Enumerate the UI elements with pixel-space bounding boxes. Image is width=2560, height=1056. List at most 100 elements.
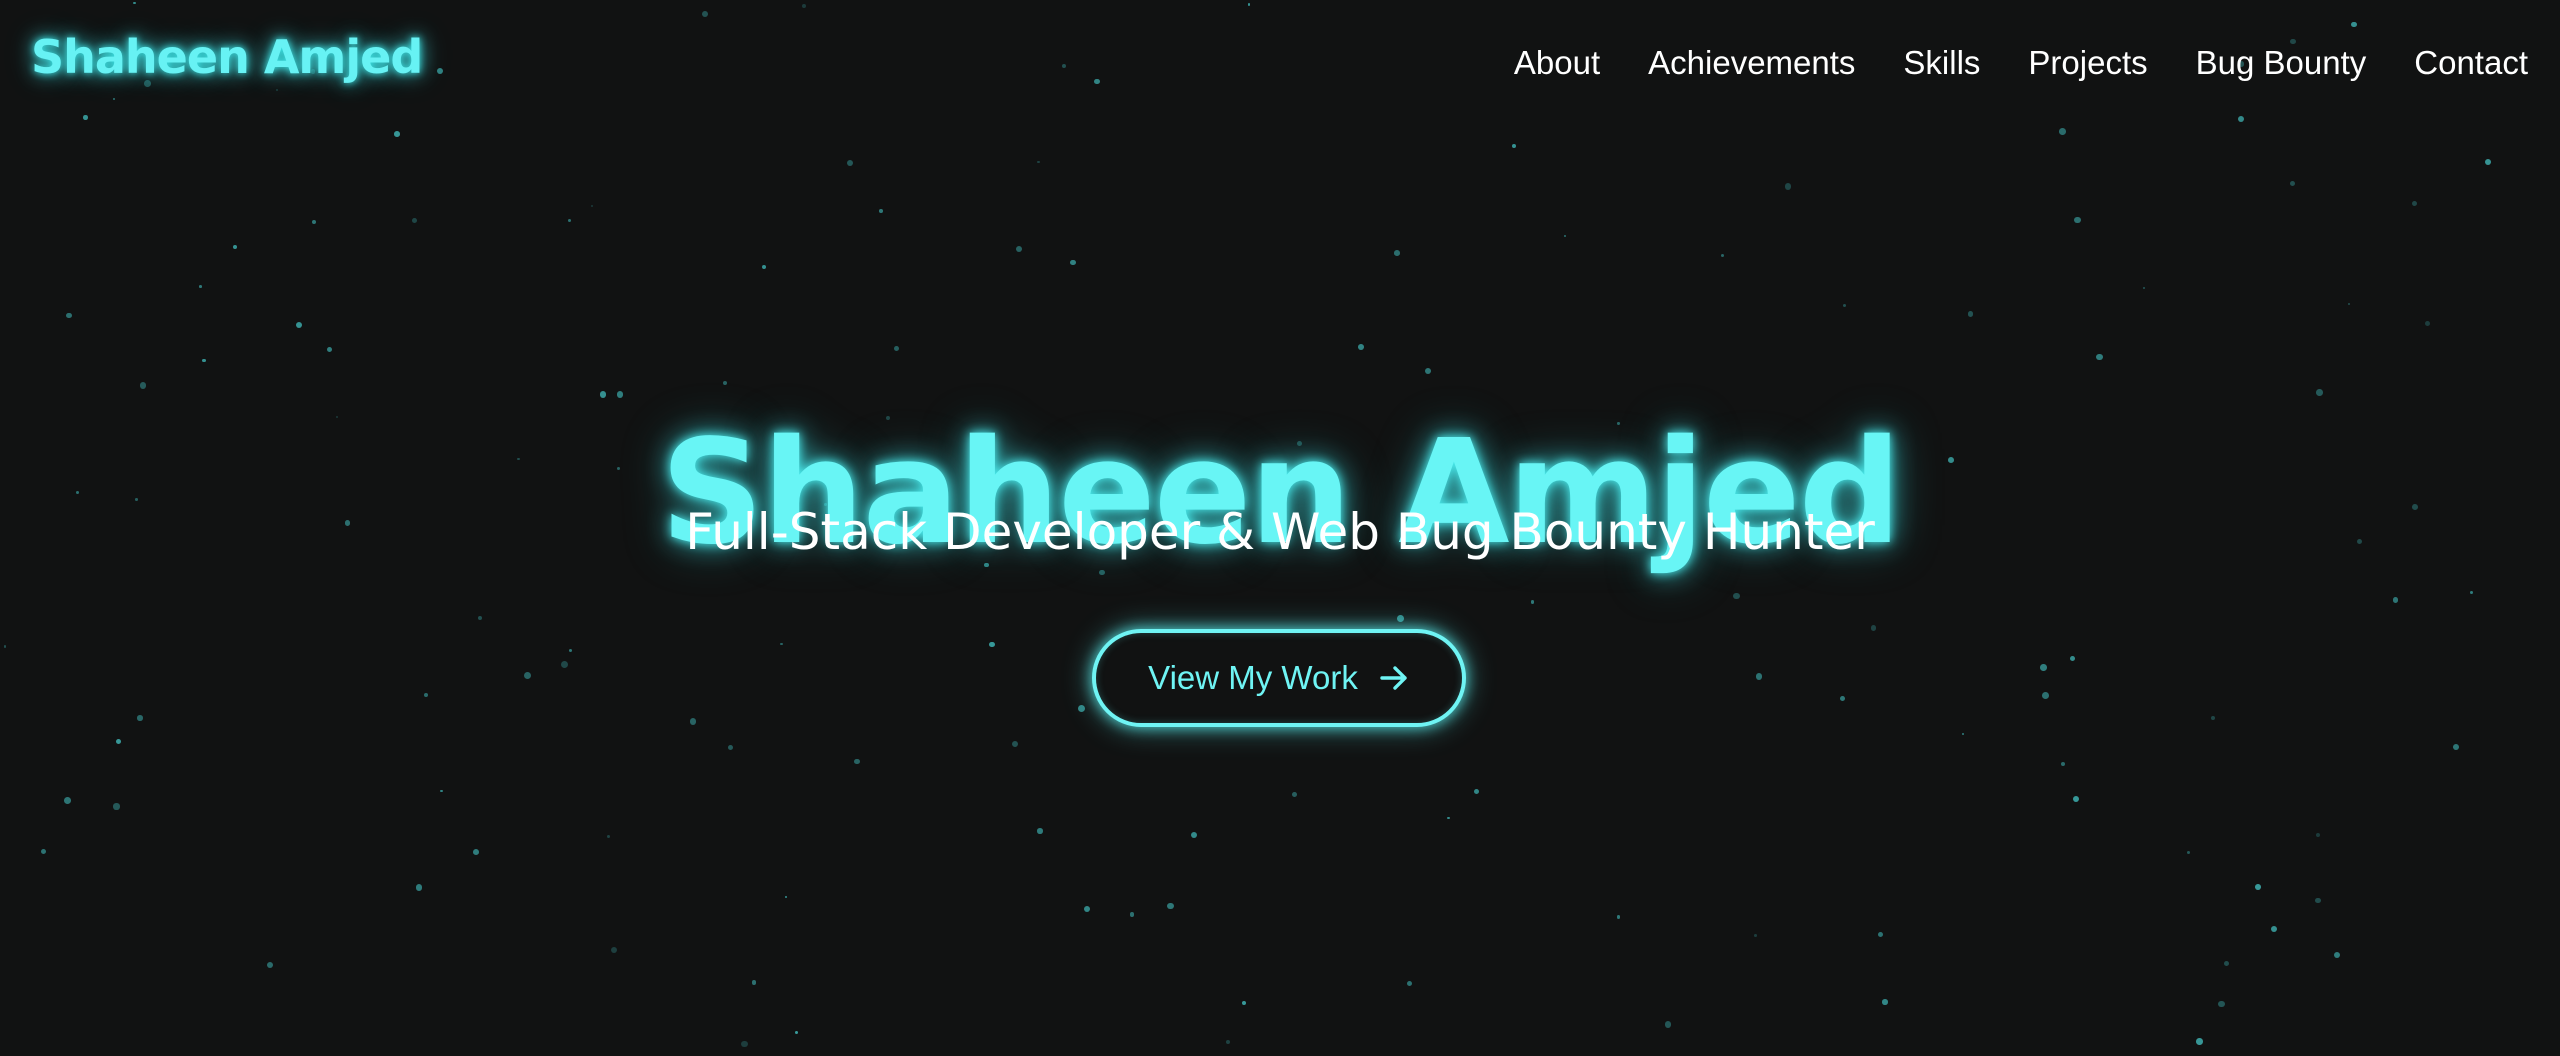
star-dot bbox=[2058, 128, 2066, 136]
star-dot bbox=[2070, 656, 2076, 661]
star-dot bbox=[2270, 925, 2278, 933]
star-dot bbox=[2210, 715, 2216, 721]
star-dot bbox=[2042, 692, 2050, 700]
star-dot bbox=[1406, 981, 1412, 987]
star-dot bbox=[232, 245, 237, 250]
star-dot bbox=[1077, 704, 1085, 712]
star-dot bbox=[1563, 235, 1567, 238]
star-dot bbox=[561, 661, 568, 669]
star-dot bbox=[741, 1040, 748, 1048]
star-dot bbox=[1037, 828, 1043, 834]
star-dot bbox=[762, 264, 767, 270]
star-dot bbox=[1129, 912, 1135, 917]
star-dot bbox=[2060, 761, 2066, 766]
star-dot bbox=[1530, 599, 1535, 604]
star-dot bbox=[2411, 200, 2417, 206]
star-dot bbox=[2470, 591, 2474, 595]
star-dot bbox=[1037, 160, 1040, 163]
star-dot bbox=[266, 961, 273, 968]
nav-link-skills[interactable]: Skills bbox=[1903, 40, 1980, 86]
star-dot bbox=[473, 849, 479, 856]
star-dot bbox=[893, 345, 899, 351]
nav-link-achievements[interactable]: Achievements bbox=[1648, 40, 1855, 86]
star-dot bbox=[116, 738, 122, 745]
star-dot bbox=[784, 895, 788, 899]
star-dot bbox=[2484, 159, 2491, 166]
star-dot bbox=[2142, 286, 2146, 290]
star-dot bbox=[1358, 344, 1365, 351]
star-dot bbox=[2347, 302, 2350, 305]
star-dot bbox=[1424, 367, 1432, 375]
star-dot bbox=[854, 758, 860, 765]
star-dot bbox=[40, 849, 46, 855]
star-dot bbox=[1882, 999, 1888, 1005]
star-dot bbox=[139, 382, 147, 389]
star-dot bbox=[199, 285, 202, 289]
star-dot bbox=[394, 131, 400, 137]
star-dot bbox=[64, 797, 72, 804]
star-dot bbox=[727, 744, 734, 751]
star-dot bbox=[1015, 245, 1023, 252]
star-dot bbox=[326, 346, 333, 353]
nav-link-bug-bounty[interactable]: Bug Bounty bbox=[2196, 40, 2367, 86]
nav-links: About Achievements Skills Projects Bug B… bbox=[1514, 40, 2528, 86]
arrow-right-icon bbox=[1378, 662, 1410, 694]
star-dot bbox=[113, 803, 120, 810]
star-dot bbox=[2096, 353, 2103, 361]
star-dot bbox=[2255, 884, 2262, 890]
star-dot bbox=[1877, 932, 1883, 938]
site-logo[interactable]: Shaheen Amjed bbox=[31, 30, 423, 84]
star-dot bbox=[989, 641, 995, 648]
star-dot bbox=[1447, 816, 1450, 819]
star-dot bbox=[1190, 832, 1197, 839]
star-dot bbox=[523, 672, 531, 680]
star-dot bbox=[478, 616, 483, 621]
star-dot bbox=[1225, 1039, 1231, 1045]
star-dot bbox=[1083, 906, 1090, 913]
star-dot bbox=[2040, 664, 2048, 671]
nav-link-projects[interactable]: Projects bbox=[2028, 40, 2147, 86]
star-dot bbox=[2217, 1000, 2225, 1008]
star-dot bbox=[2073, 795, 2080, 802]
star-dot bbox=[201, 358, 206, 363]
star-dot bbox=[440, 790, 443, 793]
star-dot bbox=[2453, 744, 2459, 751]
star-dot bbox=[137, 715, 143, 721]
star-dot bbox=[1664, 1021, 1671, 1028]
star-dot bbox=[423, 693, 428, 698]
star-dot bbox=[1721, 254, 1725, 258]
star-dot bbox=[1241, 1001, 1247, 1006]
star-dot bbox=[610, 947, 617, 954]
star-dot bbox=[847, 159, 854, 166]
view-my-work-button[interactable]: View My Work bbox=[1092, 629, 1466, 727]
hero-subtitle: Full-Stack Developer & Web Bug Bounty Hu… bbox=[685, 503, 1875, 561]
star-dot bbox=[1616, 914, 1621, 919]
star-dot bbox=[411, 218, 417, 224]
cta-label: View My Work bbox=[1148, 659, 1358, 696]
star-dot bbox=[1962, 732, 1965, 736]
star-dot bbox=[1733, 593, 1740, 600]
star-dot bbox=[1069, 259, 1076, 266]
star-dot bbox=[2196, 1038, 2203, 1045]
star-dot bbox=[1011, 740, 1019, 748]
star-dot bbox=[2425, 320, 2431, 326]
navbar: Shaheen Amjed About Achievements Skills … bbox=[0, 0, 2560, 128]
star-dot bbox=[2224, 960, 2230, 966]
star-dot bbox=[751, 980, 757, 985]
star-dot bbox=[1840, 695, 1846, 701]
nav-link-about[interactable]: About bbox=[1514, 40, 1600, 86]
star-dot bbox=[780, 642, 783, 646]
star-dot bbox=[66, 312, 73, 319]
nav-link-contact[interactable]: Contact bbox=[2414, 40, 2528, 86]
star-dot bbox=[1754, 934, 1757, 937]
star-dot bbox=[1870, 625, 1877, 631]
star-dot bbox=[617, 391, 624, 398]
star-dot bbox=[794, 1030, 798, 1034]
star-dot bbox=[2314, 897, 2321, 904]
star-dot bbox=[2315, 833, 2320, 838]
star-dot bbox=[689, 718, 697, 725]
star-dot bbox=[1843, 304, 1847, 308]
star-dot bbox=[4, 645, 7, 648]
star-dot bbox=[878, 209, 883, 214]
star-dot bbox=[591, 204, 594, 207]
